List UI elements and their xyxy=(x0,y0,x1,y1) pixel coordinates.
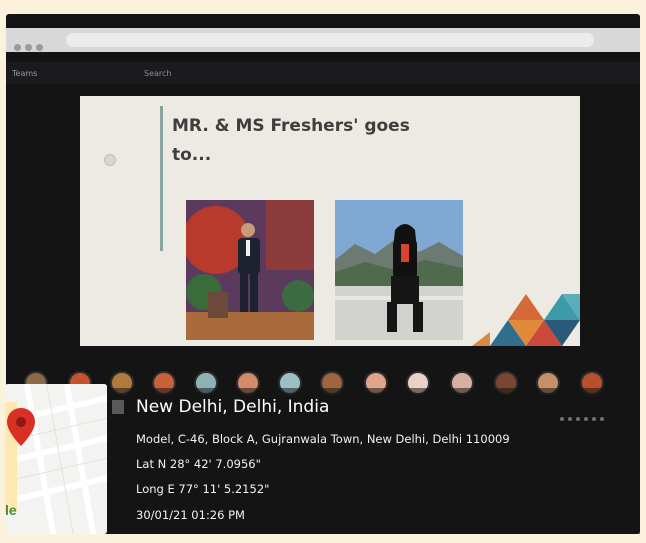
search-input[interactable]: Search xyxy=(144,69,171,78)
slide-title: MR. & MS Freshers' goes to... xyxy=(172,116,410,165)
photo-man-in-suit xyxy=(186,200,314,340)
browser-toolbar xyxy=(6,28,640,52)
location-address: Model, C-46, Block A, Gujranwala Town, N… xyxy=(136,432,510,446)
location-map-thumbnail[interactable]: le xyxy=(5,384,107,534)
location-city: New Delhi, Delhi, India xyxy=(136,397,330,417)
shared-presentation-slide: MR. & MS Freshers' goes to... xyxy=(80,96,580,346)
window-controls[interactable] xyxy=(14,36,54,51)
slide-decoration-dot xyxy=(104,154,116,166)
teams-header: Teams Search xyxy=(6,62,640,84)
address-bar[interactable] xyxy=(66,33,594,47)
decorative-triangles xyxy=(472,294,580,346)
app-title: Teams xyxy=(12,69,38,78)
location-longitude: Long E 77° 11' 5.2152" xyxy=(136,482,270,496)
map-pin-icon xyxy=(7,408,35,446)
location-latitude: Lat N 28° 42' 7.0956" xyxy=(136,457,261,471)
panel-marker xyxy=(112,400,124,414)
slide-accent-line xyxy=(160,106,163,251)
panel-dots xyxy=(560,406,630,421)
location-timestamp: 30/01/21 01:26 PM xyxy=(136,508,245,522)
photo-woman-mountains xyxy=(335,200,463,340)
map-brand-logo: le xyxy=(5,502,17,518)
geotag-info-panel: New Delhi, Delhi, India Model, C-46, Blo… xyxy=(108,388,640,534)
